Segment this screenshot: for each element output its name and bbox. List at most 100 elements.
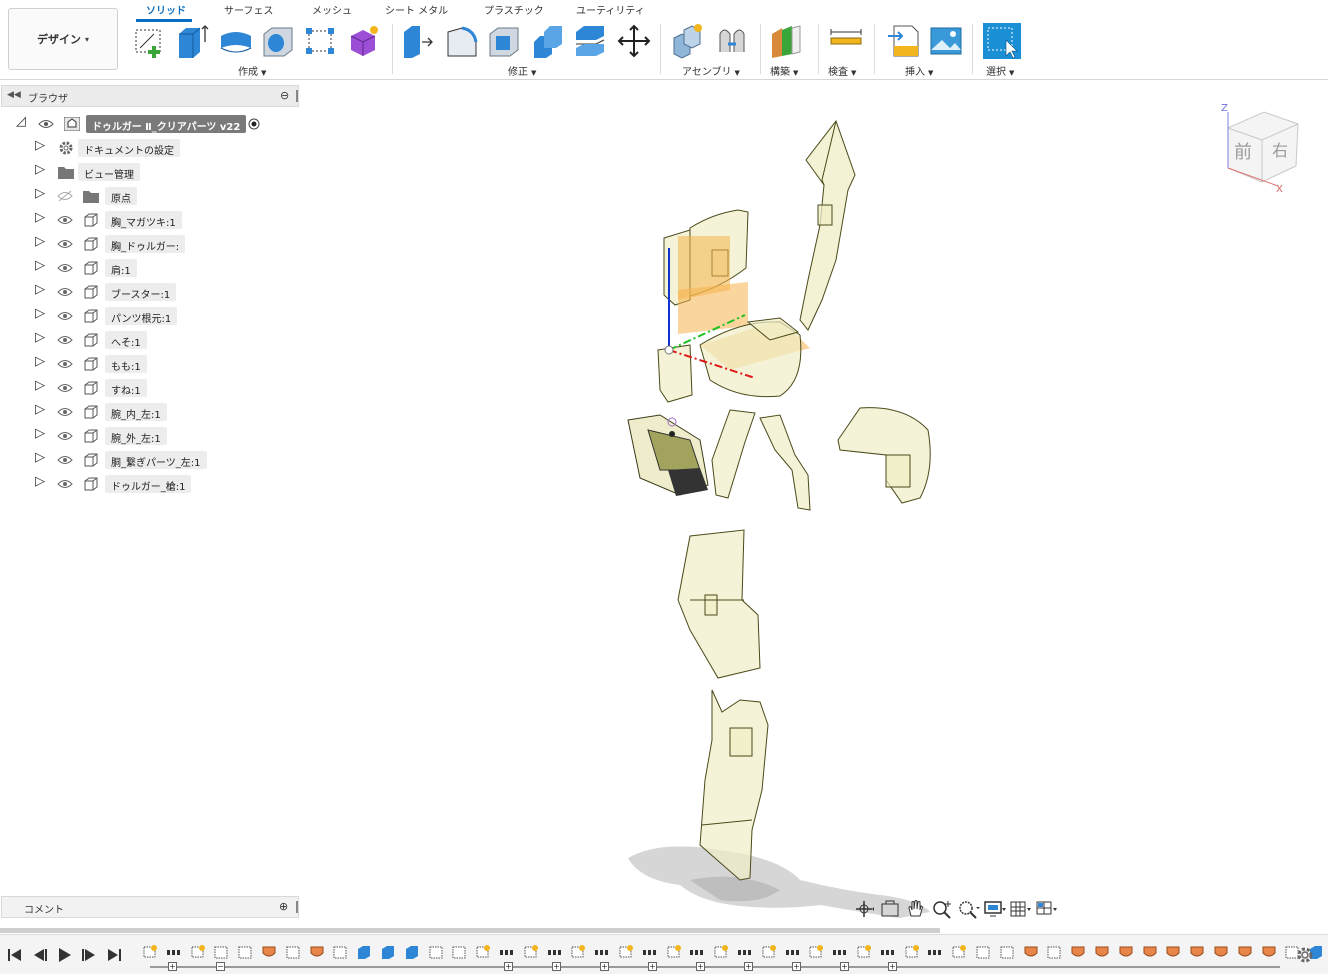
go-to-start-icon[interactable]	[6, 947, 24, 963]
timeline-feature-sketch-icon[interactable]	[713, 944, 729, 960]
collapse-panel-icon[interactable]: ◀◀	[7, 90, 21, 100]
tab-utility[interactable]: ユーティリティ	[576, 2, 645, 20]
shell-icon[interactable]	[486, 22, 522, 60]
tree-item-label[interactable]: ドキュメントの設定	[78, 139, 180, 157]
eye-hidden-icon[interactable]	[57, 190, 73, 202]
expand-triangle-icon[interactable]: ▷	[35, 258, 45, 273]
timeline-feature-orange-icon[interactable]	[1070, 944, 1086, 960]
expanded-triangle-icon[interactable]: ◿	[16, 114, 26, 129]
browser-header[interactable]: ◀◀ ブラウザ ⊖	[1, 85, 299, 107]
timeline-feature-pattern-icon[interactable]	[880, 944, 896, 960]
timeline-group-marker[interactable]: +	[168, 962, 177, 971]
timeline-feature-pattern-icon[interactable]	[499, 944, 515, 960]
timeline-group-marker[interactable]: +	[648, 962, 657, 971]
timeline-feature-feature-icon[interactable]	[285, 944, 301, 960]
timeline-settings-gear-icon[interactable]	[1296, 946, 1314, 964]
expand-triangle-icon[interactable]: ▷	[35, 162, 45, 177]
tab-plastic[interactable]: プラスチック	[484, 2, 544, 20]
extrude-icon[interactable]	[174, 22, 210, 60]
tree-item[interactable]: ▷ 胸_マガツキ:1	[30, 210, 230, 230]
expand-triangle-icon[interactable]: ▷	[35, 210, 45, 225]
measure-icon[interactable]	[828, 22, 864, 60]
play-icon[interactable]	[55, 947, 73, 963]
go-to-end-icon[interactable]	[105, 947, 123, 963]
timeline-group-marker[interactable]: +	[600, 962, 609, 971]
eye-icon[interactable]	[57, 310, 73, 322]
timeline-feature-feature-icon[interactable]	[213, 944, 229, 960]
timeline-feature-orange-icon[interactable]	[1213, 944, 1229, 960]
timeline-feature-pattern-icon[interactable]	[166, 944, 182, 960]
press-pull-icon[interactable]	[400, 22, 436, 60]
tree-item[interactable]: ▷ ビュー管理	[30, 162, 230, 182]
pan-hand-icon[interactable]	[904, 898, 928, 920]
tree-item-label[interactable]: 胸_ドゥルガー:	[105, 235, 186, 253]
group-label-insert[interactable]: 挿入 ▼	[905, 63, 933, 78]
add-comment-icon[interactable]: ⊕	[279, 900, 288, 913]
tree-item-label[interactable]: 胴_繋ぎパーツ_左:1	[105, 451, 207, 469]
panel-grip-icon[interactable]	[296, 90, 298, 102]
step-back-icon[interactable]	[31, 947, 49, 963]
grid-settings-icon[interactable]	[1008, 898, 1032, 920]
tree-item[interactable]: ▷ すね:1	[30, 378, 230, 398]
tree-item[interactable]: ▷ ドキュメントの設定	[30, 138, 230, 158]
workspace-switcher-button[interactable]: デザイン ▾	[8, 8, 118, 70]
eye-icon[interactable]	[57, 478, 73, 490]
timeline-group-marker[interactable]: +	[888, 962, 897, 971]
tree-item[interactable]: ▷ もも:1	[30, 354, 230, 374]
timeline-feature-feature-icon[interactable]	[975, 944, 991, 960]
zoom-window-icon[interactable]	[956, 898, 980, 920]
timeline-feature-feature-icon[interactable]	[428, 944, 444, 960]
timeline-feature-extrude-icon[interactable]	[356, 944, 372, 960]
booster-part[interactable]	[627, 414, 709, 496]
timeline-feature-orange-icon[interactable]	[1165, 944, 1181, 960]
timeline-feature-orange-icon[interactable]	[1142, 944, 1158, 960]
tree-item[interactable]: ▷ 胸_ドゥルガー:	[30, 234, 230, 254]
tree-item[interactable]: ▷ 腕_内_左:1	[30, 402, 230, 422]
eye-icon[interactable]	[57, 454, 73, 466]
new-component-icon[interactable]	[670, 22, 706, 60]
viewcube-front-label[interactable]: 前	[1234, 142, 1252, 163]
timeline-feature-sketch-icon[interactable]	[808, 944, 824, 960]
insert-svg-icon[interactable]	[886, 22, 922, 60]
timeline-feature-feature-icon[interactable]	[332, 944, 348, 960]
expand-triangle-icon[interactable]: ▷	[35, 426, 45, 441]
combine-icon[interactable]	[530, 22, 566, 60]
eye-icon[interactable]	[57, 262, 73, 274]
tree-item[interactable]: ▷ 胴_繋ぎパーツ_左:1	[30, 450, 230, 470]
timeline-group-marker[interactable]: −	[216, 962, 225, 971]
tree-item-label[interactable]: 腕_内_左:1	[105, 403, 167, 421]
panel-grip-icon[interactable]	[296, 901, 298, 913]
eye-icon[interactable]	[38, 118, 54, 130]
timeline-feature-feature-icon[interactable]	[999, 944, 1015, 960]
tab-sheet-metal[interactable]: シート メタル	[385, 2, 448, 20]
group-label-assemble[interactable]: アセンブリ ▼	[682, 63, 740, 78]
expand-triangle-icon[interactable]: ▷	[35, 306, 45, 321]
tree-item[interactable]: ▷ 肩:1	[30, 258, 230, 278]
timeline-feature-orange-icon[interactable]	[1094, 944, 1110, 960]
timeline-feature-pattern-icon[interactable]	[927, 944, 943, 960]
tree-item-label[interactable]: ドゥルガー_槍:1	[105, 475, 192, 493]
tree-item-label[interactable]: 腕_外_左:1	[105, 427, 167, 445]
display-settings-icon[interactable]	[982, 898, 1006, 920]
viewcube[interactable]: 前 右 Z X	[1221, 103, 1299, 195]
thigh-part[interactable]	[677, 529, 761, 679]
viewcube-right-label[interactable]: 右	[1272, 141, 1288, 160]
look-at-icon[interactable]	[878, 898, 902, 920]
timeline-feature-feature-icon[interactable]	[237, 944, 253, 960]
expand-triangle-icon[interactable]: ▷	[35, 402, 45, 417]
eye-icon[interactable]	[57, 382, 73, 394]
timeline-group-marker[interactable]: +	[552, 962, 561, 971]
eye-icon[interactable]	[57, 430, 73, 442]
timeline-feature-pattern-icon[interactable]	[832, 944, 848, 960]
timeline-feature-sketch-icon[interactable]	[523, 944, 539, 960]
fillet-icon[interactable]	[444, 22, 480, 60]
comments-panel[interactable]: コメント ⊕	[1, 896, 299, 918]
expand-triangle-icon[interactable]: ▷	[35, 330, 45, 345]
tab-surface[interactable]: サーフェス	[224, 2, 273, 20]
timeline-feature-sketch-icon[interactable]	[618, 944, 634, 960]
timeline-feature-sketch-icon[interactable]	[666, 944, 682, 960]
spear-part[interactable]	[799, 119, 856, 331]
expand-triangle-icon[interactable]: ▷	[35, 138, 45, 153]
pattern-icon[interactable]	[302, 22, 338, 60]
expand-triangle-icon[interactable]: ▷	[35, 234, 45, 249]
